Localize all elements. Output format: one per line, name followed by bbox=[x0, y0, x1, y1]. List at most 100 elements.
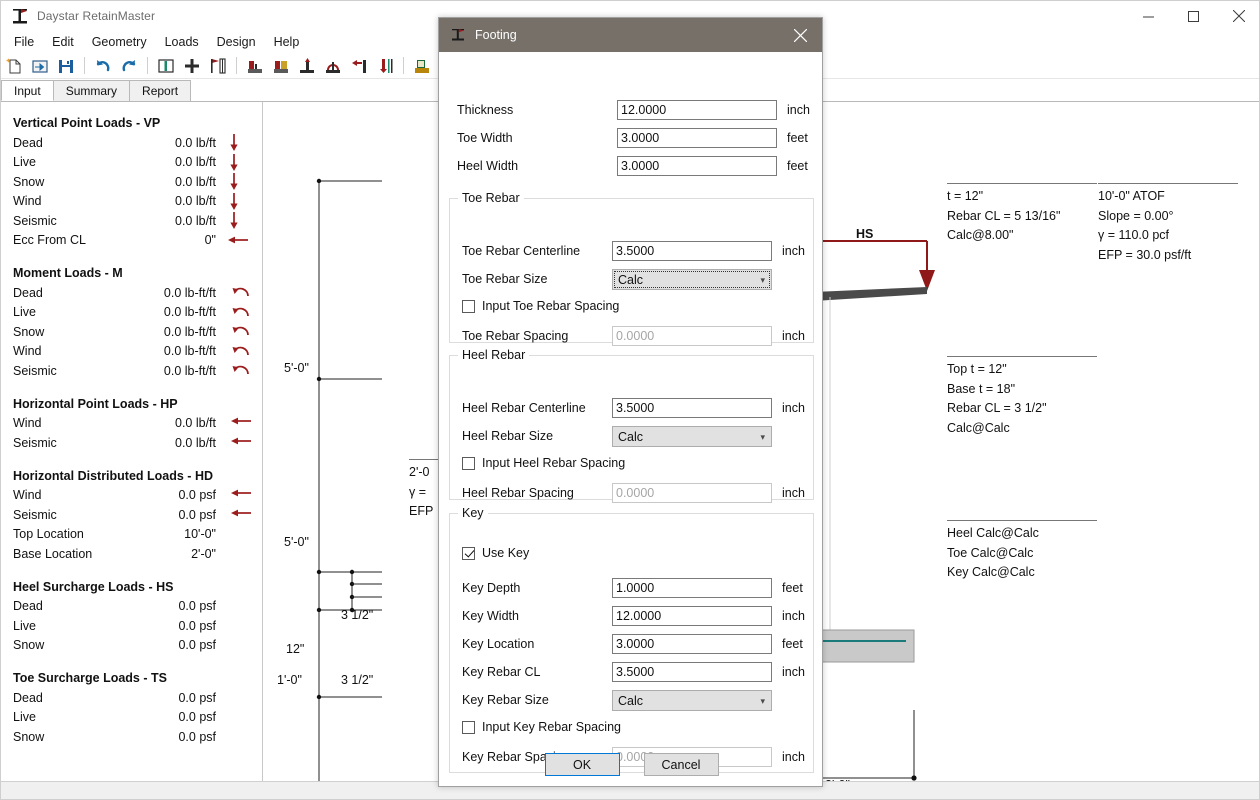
design-stem-icon[interactable] bbox=[411, 55, 433, 77]
minimize-button[interactable] bbox=[1126, 1, 1171, 31]
load-row-hp-seismic[interactable]: Seismic 0.0 lb/ft bbox=[1, 433, 262, 453]
moment-ccw-icon bbox=[228, 303, 254, 322]
load-row-vp-snow[interactable]: Snow 0.0 lb/ft bbox=[1, 172, 262, 192]
dialog-close-icon[interactable] bbox=[778, 18, 822, 52]
load-row-m-snow[interactable]: Snow 0.0 lb-ft/ft bbox=[1, 322, 262, 342]
toe-rebar-centerline-input[interactable] bbox=[612, 241, 772, 261]
load-value: 0.0 psf bbox=[178, 618, 216, 633]
load-row-hs-dead[interactable]: Dead 0.0 psf bbox=[1, 597, 262, 617]
key-width-input[interactable] bbox=[612, 606, 772, 626]
checkbox-label: Use Key bbox=[482, 546, 530, 560]
menu-loads[interactable]: Loads bbox=[156, 33, 208, 51]
load-row-hd-wind[interactable]: Wind 0.0 psf bbox=[1, 486, 262, 506]
lateral-load-icon[interactable] bbox=[348, 55, 370, 77]
field-thickness: Thickness inch bbox=[457, 98, 810, 126]
load-row-m-live[interactable]: Live 0.0 lb-ft/ft bbox=[1, 303, 262, 323]
load-value: 0.0 psf bbox=[178, 507, 216, 522]
load-row-vp-dead[interactable]: Dead 0.0 lb/ft bbox=[1, 133, 262, 153]
field-unit: inch bbox=[787, 103, 810, 117]
menu-file[interactable]: File bbox=[5, 33, 43, 51]
footing-geometry-icon[interactable] bbox=[181, 55, 203, 77]
checkbox-box bbox=[462, 720, 475, 734]
surcharge-icon[interactable] bbox=[296, 55, 318, 77]
load-row-vp-ecc[interactable]: Ecc From CL 0" bbox=[1, 231, 262, 251]
use-key-checkbox[interactable]: Use Key bbox=[462, 546, 529, 560]
load-row-hd-top-location[interactable]: Top Location 10'-0" bbox=[1, 525, 262, 545]
vertical-load-icon[interactable] bbox=[374, 55, 396, 77]
toe-width-input[interactable] bbox=[617, 128, 777, 148]
toe-rebar-size-select[interactable]: Calc ▾ bbox=[612, 269, 772, 290]
heel-rebar-group: Heel Rebar Heel Rebar Centerline inch He… bbox=[449, 348, 814, 503]
key-rebar-cl-input[interactable] bbox=[612, 662, 772, 682]
load-label: Snow bbox=[13, 174, 45, 189]
open-file-icon[interactable] bbox=[29, 55, 51, 77]
load-row-hd-seismic[interactable]: Seismic 0.0 psf bbox=[1, 505, 262, 525]
toe-rebar-spacing-input[interactable] bbox=[612, 326, 772, 346]
tab-report[interactable]: Report bbox=[129, 80, 192, 101]
field-heel-rebar-size: Heel Rebar Size Calc ▾ bbox=[462, 424, 807, 452]
load-row-m-dead[interactable]: Dead 0.0 lb-ft/ft bbox=[1, 283, 262, 303]
load-value: 0.0 psf bbox=[178, 638, 216, 653]
arrow-left-icon bbox=[228, 506, 254, 524]
note-rule bbox=[1098, 183, 1238, 184]
load-row-vp-live[interactable]: Live 0.0 lb/ft bbox=[1, 153, 262, 173]
field-label: Key Rebar Size bbox=[462, 693, 549, 707]
load-row-hp-wind[interactable]: Wind 0.0 lb/ft bbox=[1, 414, 262, 434]
field-label: Heel Rebar Centerline bbox=[462, 401, 586, 415]
menu-design[interactable]: Design bbox=[208, 33, 265, 51]
load-row-hd-base-location[interactable]: Base Location 2'-0" bbox=[1, 544, 262, 564]
load-row-vp-seismic[interactable]: Seismic 0.0 lb/ft bbox=[1, 211, 262, 231]
load-label: Snow bbox=[13, 324, 45, 339]
undo-icon[interactable] bbox=[92, 55, 114, 77]
menu-edit[interactable]: Edit bbox=[43, 33, 83, 51]
ok-button[interactable]: OK bbox=[544, 753, 620, 776]
load-row-m-wind[interactable]: Wind 0.0 lb-ft/ft bbox=[1, 342, 262, 362]
load-row-hs-live[interactable]: Live 0.0 psf bbox=[1, 616, 262, 636]
wall-profile-icon[interactable] bbox=[207, 55, 229, 77]
load-value: 0.0 psf bbox=[178, 710, 216, 725]
input-key-rebar-spacing-checkbox[interactable]: Input Key Rebar Spacing bbox=[462, 720, 621, 734]
checkbox-label: Input Toe Rebar Spacing bbox=[482, 299, 620, 313]
load-row-hs-snow[interactable]: Snow 0.0 psf bbox=[1, 636, 262, 656]
key-rebar-size-select[interactable]: Calc ▾ bbox=[612, 690, 772, 711]
soil-right-icon[interactable] bbox=[270, 55, 292, 77]
toolbar-separator bbox=[84, 57, 85, 74]
load-label: Dead bbox=[13, 690, 43, 705]
heel-rebar-centerline-input[interactable] bbox=[612, 398, 772, 418]
heel-width-input[interactable] bbox=[617, 156, 777, 176]
load-row-m-seismic[interactable]: Seismic 0.0 lb-ft/ft bbox=[1, 361, 262, 381]
load-value: 0.0 psf bbox=[178, 690, 216, 705]
seismic-icon[interactable] bbox=[322, 55, 344, 77]
key-depth-input[interactable] bbox=[612, 578, 772, 598]
heel-rebar-size-select[interactable]: Calc ▾ bbox=[612, 426, 772, 447]
note-line: Heel Calc@Calc bbox=[947, 526, 1039, 540]
load-row-ts-snow[interactable]: Snow 0.0 psf bbox=[1, 727, 262, 747]
load-row-vp-wind[interactable]: Wind 0.0 lb/ft bbox=[1, 192, 262, 212]
footing-icon bbox=[449, 26, 467, 44]
new-file-icon[interactable] bbox=[3, 55, 25, 77]
key-location-input[interactable] bbox=[612, 634, 772, 654]
dialog-titlebar[interactable]: Footing bbox=[439, 18, 822, 52]
thickness-input[interactable] bbox=[617, 100, 777, 120]
stem-geometry-icon[interactable] bbox=[155, 55, 177, 77]
soil-left-icon[interactable] bbox=[244, 55, 266, 77]
input-heel-rebar-spacing-checkbox[interactable]: Input Heel Rebar Spacing bbox=[462, 456, 625, 470]
maximize-button[interactable] bbox=[1171, 1, 1216, 31]
tab-input[interactable]: Input bbox=[1, 80, 54, 101]
redo-icon[interactable] bbox=[118, 55, 140, 77]
field-label: Heel Width bbox=[457, 159, 519, 173]
retainmaster-icon bbox=[9, 5, 31, 27]
menu-geometry[interactable]: Geometry bbox=[83, 33, 156, 51]
load-row-ts-dead[interactable]: Dead 0.0 psf bbox=[1, 688, 262, 708]
tab-summary[interactable]: Summary bbox=[52, 80, 131, 101]
load-row-ts-live[interactable]: Live 0.0 psf bbox=[1, 708, 262, 728]
heel-rebar-spacing-input[interactable] bbox=[612, 483, 772, 503]
loads-group-title-ts: Toe Surcharge Loads - TS bbox=[13, 671, 167, 685]
input-toe-rebar-spacing-checkbox[interactable]: Input Toe Rebar Spacing bbox=[462, 299, 619, 313]
menu-help[interactable]: Help bbox=[265, 33, 309, 51]
load-value: 0.0 lb-ft/ft bbox=[163, 305, 216, 320]
checkbox-box bbox=[462, 456, 475, 470]
cancel-button[interactable]: Cancel bbox=[643, 753, 719, 776]
save-file-icon[interactable] bbox=[55, 55, 77, 77]
close-button[interactable] bbox=[1216, 1, 1259, 31]
